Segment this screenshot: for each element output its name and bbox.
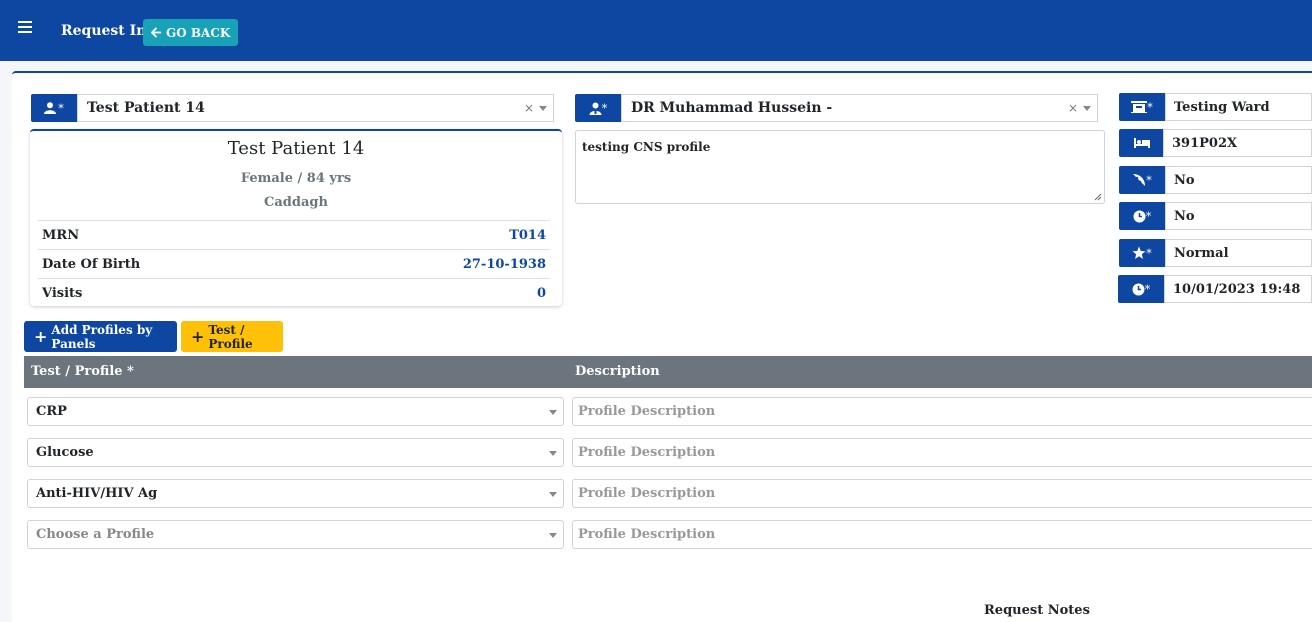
diet-addon: * bbox=[1119, 166, 1165, 194]
profile-description-input[interactable]: Profile Description bbox=[572, 520, 1312, 549]
patient-info-row: MRN T014 bbox=[38, 220, 550, 249]
star-icon bbox=[1132, 246, 1146, 259]
patient-addon: * bbox=[31, 94, 77, 122]
bed-icon bbox=[1134, 138, 1150, 148]
patient-location: Caddagh bbox=[264, 195, 328, 210]
chevron-down-icon[interactable] bbox=[539, 105, 547, 111]
fasting-value: No bbox=[1174, 208, 1195, 224]
patient-gender-age: Female / 84 yrs bbox=[240, 171, 352, 186]
patient-select[interactable]: Test Patient 14 × bbox=[77, 94, 554, 122]
ward-addon: * bbox=[1119, 93, 1165, 121]
profile-select[interactable]: Choose a Profile bbox=[27, 520, 564, 549]
top-navbar: Request Info GO BACK bbox=[0, 0, 1312, 61]
doctor-select[interactable]: DR Muhammad Hussein - × bbox=[621, 94, 1098, 122]
doctor-select-value: DR Muhammad Hussein - bbox=[631, 100, 833, 116]
profile-select-placeholder: Choose a Profile bbox=[36, 527, 155, 542]
row-label: MRN bbox=[42, 227, 80, 243]
test-profile-label: Test / Profile bbox=[208, 322, 253, 351]
chevron-down-icon[interactable] bbox=[1083, 105, 1091, 111]
bed-addon bbox=[1119, 129, 1165, 157]
bed-value: 391P02X bbox=[1172, 135, 1238, 151]
arrow-left-icon bbox=[151, 27, 162, 38]
clear-icon[interactable]: × bbox=[524, 101, 534, 115]
profile-select-value: Anti-HIV/HIV Ag bbox=[36, 486, 158, 501]
profile-select[interactable]: Glucose bbox=[27, 438, 564, 467]
row-value: 0 bbox=[536, 285, 546, 301]
profile-description-input[interactable]: Profile Description bbox=[572, 479, 1312, 508]
plus-icon: + bbox=[191, 326, 205, 346]
row-value: T014 bbox=[509, 227, 546, 243]
resize-handle-icon[interactable] bbox=[1092, 191, 1102, 201]
description-placeholder: Profile Description bbox=[578, 404, 716, 419]
description-placeholder: Profile Description bbox=[578, 445, 716, 460]
ward-value: Testing Ward bbox=[1174, 99, 1270, 115]
priority-field[interactable]: Normal bbox=[1165, 239, 1312, 267]
priority-addon: * bbox=[1119, 239, 1165, 267]
row-label: Visits bbox=[42, 285, 83, 301]
fasting-field[interactable]: No bbox=[1165, 202, 1312, 230]
description-placeholder: Profile Description bbox=[578, 527, 716, 542]
clear-icon[interactable]: × bbox=[1068, 101, 1078, 115]
ward-field[interactable]: Testing Ward bbox=[1165, 93, 1312, 121]
doctor-addon: * bbox=[575, 94, 621, 122]
priority-value: Normal bbox=[1174, 245, 1229, 261]
diet-value: No bbox=[1174, 172, 1195, 188]
chevron-down-icon[interactable] bbox=[549, 410, 557, 415]
clock-icon bbox=[1132, 283, 1145, 295]
chevron-down-icon[interactable] bbox=[549, 533, 557, 538]
add-profiles-label: Add Profiles by Panels bbox=[51, 322, 153, 351]
user-icon bbox=[44, 102, 57, 114]
profile-select[interactable]: Anti-HIV/HIV Ag bbox=[27, 479, 564, 508]
add-test-profile-button[interactable]: + Test / Profile bbox=[181, 321, 283, 352]
fasting-addon: * bbox=[1119, 202, 1165, 230]
row-value: 27-10-1938 bbox=[462, 256, 546, 272]
diet-field[interactable]: No bbox=[1165, 166, 1312, 194]
profile-select[interactable]: CRP bbox=[27, 397, 564, 426]
column-header-description: Description bbox=[575, 364, 660, 379]
add-profiles-by-panels-button[interactable]: + Add Profiles by Panels bbox=[24, 321, 177, 352]
datetime-field[interactable]: 10/01/2023 19:48 bbox=[1164, 275, 1312, 303]
patient-name: Test Patient 14 bbox=[227, 138, 365, 159]
datetime-addon: * bbox=[1118, 275, 1164, 303]
datetime-value: 10/01/2023 19:48 bbox=[1173, 281, 1301, 297]
pizza-icon bbox=[1133, 174, 1146, 186]
description-placeholder: Profile Description bbox=[578, 486, 716, 501]
hamburger-menu-icon[interactable] bbox=[18, 21, 32, 33]
profiles-table-header: Test / Profile * Description bbox=[24, 356, 1312, 388]
patient-info-row: Visits 0 bbox=[38, 278, 550, 307]
go-back-label: GO BACK bbox=[166, 25, 231, 40]
chevron-down-icon[interactable] bbox=[549, 451, 557, 456]
plus-icon: + bbox=[34, 326, 48, 346]
row-label: Date Of Birth bbox=[42, 256, 141, 272]
clinical-notes-textarea[interactable]: testing CNS profile bbox=[575, 130, 1105, 204]
bed-field[interactable]: 391P02X bbox=[1163, 129, 1312, 157]
request-notes-label: Request Notes bbox=[984, 603, 1090, 618]
profile-description-input[interactable]: Profile Description bbox=[572, 438, 1312, 467]
column-header-test: Test / Profile * bbox=[31, 364, 134, 379]
patient-card: Test Patient 14 Female / 84 yrs Caddagh … bbox=[30, 129, 562, 306]
go-back-button[interactable]: GO BACK bbox=[143, 19, 239, 46]
profile-select-value: CRP bbox=[36, 404, 67, 419]
profile-description-input[interactable]: Profile Description bbox=[572, 397, 1312, 426]
patient-info-row: Date Of Birth 27-10-1938 bbox=[38, 249, 550, 278]
chevron-down-icon[interactable] bbox=[549, 492, 557, 497]
ward-icon bbox=[1131, 101, 1148, 113]
patient-select-value: Test Patient 14 bbox=[87, 100, 205, 116]
clock-icon bbox=[1133, 210, 1146, 222]
doctor-icon bbox=[589, 102, 602, 115]
profile-select-value: Glucose bbox=[36, 445, 94, 460]
